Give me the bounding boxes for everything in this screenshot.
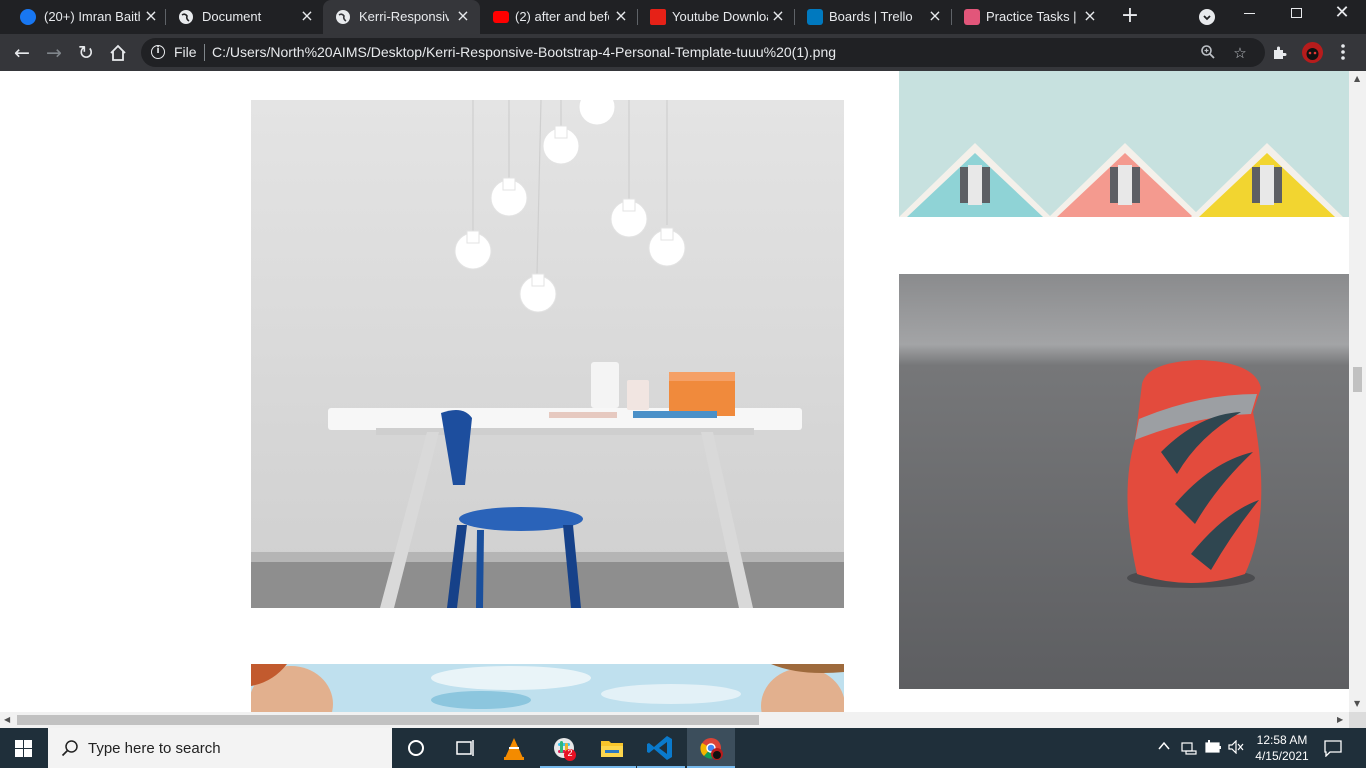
windows-taskbar: Type here to search 2 12:58 AM 4/15/2021 <box>0 728 1366 768</box>
cortana-icon[interactable] <box>392 728 440 768</box>
scroll-corner <box>1349 712 1366 728</box>
search-placeholder: Type here to search <box>88 740 221 757</box>
taskbar-clock[interactable]: 12:58 AM 4/15/2021 <box>1246 732 1318 764</box>
clock-time: 12:58 AM <box>1256 733 1308 747</box>
volume-muted-icon[interactable] <box>1228 739 1244 758</box>
tab-title: Boards | Trello <box>829 9 913 24</box>
tab-title: Kerri-Responsive <box>359 9 449 24</box>
file-label: File <box>174 44 197 60</box>
vlc-icon[interactable] <box>490 728 538 768</box>
close-icon[interactable]: × <box>298 7 316 25</box>
search-icon <box>61 739 79 762</box>
scroll-left-icon[interactable]: ◀ <box>4 715 10 724</box>
chrome-icon[interactable] <box>687 728 735 768</box>
tab-youtube[interactable]: (2) after and befo × <box>481 0 638 34</box>
scroll-up-icon[interactable]: ▲ <box>1354 74 1360 83</box>
bookmark-star-icon[interactable]: ☆ <box>1231 44 1249 62</box>
new-tab-icon[interactable]: + <box>1119 5 1141 27</box>
tab-title: (20+) Imran Baith <box>44 9 140 24</box>
portfolio-image-desk[interactable] <box>251 88 844 608</box>
download-icon <box>650 9 666 25</box>
page-viewport <box>0 71 1349 712</box>
tab-title: Document <box>202 9 262 24</box>
tab-practice-tasks[interactable]: Practice Tasks | Tr × <box>952 0 1109 34</box>
horizontal-scrollbar[interactable]: ◀ ▶ <box>0 712 1349 728</box>
tab-kerri-responsive[interactable]: Kerri-Responsive × <box>323 0 480 34</box>
window-close-icon[interactable]: ✕ <box>1333 3 1351 23</box>
site-info-icon[interactable]: i <box>151 45 165 59</box>
tab-facebook[interactable]: (20+) Imran Baith × <box>8 0 166 34</box>
portfolio-image-houses[interactable] <box>899 71 1349 217</box>
address-bar[interactable]: i File C:/Users/North%20AIMS/Desktop/Ker… <box>141 38 1265 67</box>
close-icon[interactable]: × <box>142 7 160 25</box>
portfolio-image-red-object[interactable] <box>899 274 1349 689</box>
show-hidden-icons[interactable] <box>1158 739 1170 757</box>
tab-search-icon[interactable] <box>1199 9 1215 25</box>
close-icon[interactable]: × <box>1081 7 1099 25</box>
close-icon[interactable]: × <box>454 7 472 25</box>
forward-icon[interactable]: → <box>40 39 68 67</box>
facebook-icon <box>20 9 36 25</box>
close-icon[interactable]: × <box>612 7 630 25</box>
tab-title: Practice Tasks | Tr <box>986 9 1078 24</box>
tab-strip: (20+) Imran Baith × Document × Kerri-Res… <box>0 0 1366 34</box>
tab-youtube-downloader[interactable]: Youtube Downloa × <box>638 0 795 34</box>
network-icon[interactable] <box>1181 740 1197 760</box>
home-icon[interactable] <box>104 39 132 67</box>
trello-icon <box>964 9 980 25</box>
vertical-scrollbar[interactable]: ▲ ▼ <box>1349 71 1366 712</box>
vscode-icon[interactable] <box>637 728 685 768</box>
reload-icon[interactable]: ↻ <box>72 39 100 67</box>
url-text[interactable]: C:/Users/North%20AIMS/Desktop/Kerri-Resp… <box>212 44 836 60</box>
windows-start-icon[interactable] <box>15 740 32 762</box>
slack-badge: 2 <box>567 748 573 758</box>
close-icon[interactable]: × <box>769 7 787 25</box>
minimize-icon[interactable] <box>1244 13 1255 14</box>
battery-icon[interactable] <box>1205 740 1223 758</box>
task-view-icon[interactable] <box>440 728 488 768</box>
youtube-icon <box>493 11 509 23</box>
extensions-icon[interactable] <box>1265 39 1293 67</box>
back-icon[interactable]: ← <box>8 39 36 67</box>
omnibox-divider <box>204 44 205 61</box>
clock-date: 4/15/2021 <box>1255 749 1309 763</box>
tab-trello-boards[interactable]: Boards | Trello × <box>795 0 952 34</box>
zoom-icon[interactable] <box>1199 44 1217 62</box>
tab-document[interactable]: Document × <box>166 0 322 34</box>
notification-center-icon[interactable] <box>1324 739 1342 762</box>
globe-icon <box>178 9 194 25</box>
portfolio-image-sky-faces[interactable] <box>251 664 844 712</box>
browser-toolbar: ← → ↻ i File C:/Users/North%20AIMS/Deskt… <box>0 34 1366 71</box>
vertical-scroll-thumb[interactable] <box>1353 367 1362 392</box>
restore-icon[interactable] <box>1291 8 1302 18</box>
tab-title: (2) after and befo <box>515 9 609 24</box>
profile-avatar[interactable] <box>1302 42 1323 63</box>
browser-menu-icon[interactable] <box>1341 43 1345 61</box>
horizontal-scroll-thumb[interactable] <box>17 715 759 725</box>
file-explorer-icon[interactable] <box>588 728 636 768</box>
close-icon[interactable]: × <box>926 7 944 25</box>
globe-icon <box>335 9 351 25</box>
slack-icon[interactable]: 2 <box>540 728 588 768</box>
tab-title: Youtube Downloa <box>672 9 768 24</box>
taskbar-search-box[interactable]: Type here to search <box>48 728 392 768</box>
scroll-right-icon[interactable]: ▶ <box>1337 715 1343 724</box>
scroll-down-icon[interactable]: ▼ <box>1354 699 1360 708</box>
trello-icon <box>807 9 823 25</box>
